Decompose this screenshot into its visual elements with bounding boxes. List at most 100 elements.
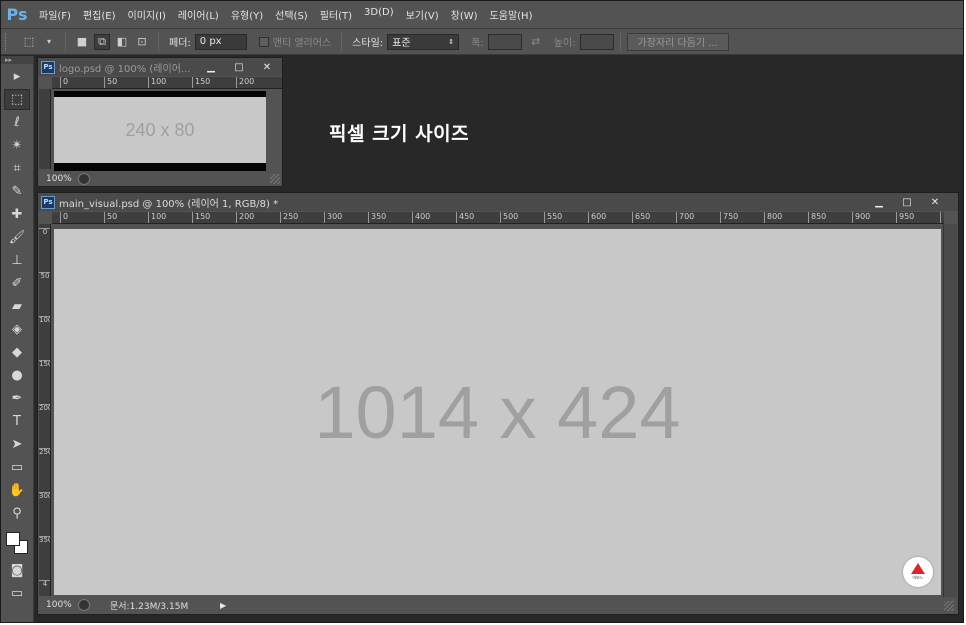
ruler-tick-label: 300 <box>324 212 342 223</box>
logo-canvas[interactable]: 240 x 80 <box>54 97 266 163</box>
menu-item[interactable]: 유형(Y) <box>225 7 269 22</box>
menu-item[interactable]: 이미지(I) <box>122 7 172 22</box>
close-button[interactable]: ✕ <box>254 60 280 74</box>
feather-input[interactable] <box>194 33 247 50</box>
refine-edge-button[interactable]: 가장자리 다듬기 ... <box>626 32 729 51</box>
swap-dimensions-icon[interactable]: ⇄ <box>528 34 544 50</box>
tool-list: ▸ ⬚ ℓ ✴ ⌗ ✎ ✚ 🖌 ⊥ ✐ ▰ ◈ ◆ ● ✒ T ➤ ▭ ✋ ⚲ <box>1 66 33 524</box>
antialias-checkbox[interactable] <box>258 36 269 47</box>
logo-document-window[interactable]: Ps logo.psd @ 100% (레이어... ▁ □ ✕ 0 50 100 1… <box>37 57 283 187</box>
paint-bucket-tool-icon[interactable]: ◈ <box>4 319 30 340</box>
rectangle-tool-icon[interactable]: ▭ <box>4 457 30 478</box>
subtract-selection-icon[interactable]: ◧ <box>114 34 130 50</box>
options-grip[interactable] <box>5 32 13 51</box>
new-selection-icon[interactable]: ■ <box>74 34 90 50</box>
main-status-bar: 100% 문서:1.23M/3.15M ▶ <box>38 598 958 612</box>
ruler-tick-label: 900 <box>852 212 870 223</box>
tools-panel-header[interactable]: ▸▸ <box>1 56 33 64</box>
ruler-tick-label: 800 <box>764 212 782 223</box>
feather-label: 페더: <box>169 38 191 49</box>
eyedropper-tool-icon[interactable]: ✎ <box>4 181 30 202</box>
ruler-tick-label: 300 <box>39 492 50 500</box>
eraser-tool-icon[interactable]: ▰ <box>4 296 30 317</box>
ruler-tick-label: 50 <box>104 77 117 88</box>
resize-grip[interactable] <box>270 174 280 184</box>
menu-item[interactable]: 파일(F) <box>33 7 77 22</box>
menu-item[interactable]: 보기(V) <box>400 7 445 22</box>
ruler-tick-label: 700 <box>676 212 694 223</box>
ruler-tick-label: 250 <box>39 448 50 456</box>
color-swatches[interactable] <box>4 530 30 558</box>
main-canvas[interactable]: 1014 x 424 아보느 <box>54 229 941 595</box>
maximize-button[interactable]: □ <box>894 195 920 209</box>
close-button[interactable]: ✕ <box>922 195 948 209</box>
menu-item[interactable]: 창(W) <box>445 7 484 22</box>
foreground-color-swatch[interactable] <box>6 532 20 546</box>
menu-item[interactable]: 필터(T) <box>314 7 358 22</box>
pen-tool-icon[interactable]: ✒ <box>4 388 30 409</box>
divider <box>341 32 343 51</box>
logo-zoom-level[interactable]: 100% <box>38 174 78 184</box>
type-tool-icon[interactable]: T <box>4 411 30 432</box>
menu-item[interactable]: 선택(S) <box>269 7 314 22</box>
tools-panel: ▸▸ ▸ ⬚ ℓ ✴ ⌗ ✎ ✚ 🖌 ⊥ ✐ ▰ ◈ ◆ ● ✒ T ➤ ▭ ✋ ⚲ ◙ ▭ <box>1 56 34 622</box>
clone-stamp-tool-icon[interactable]: ⊥ <box>4 250 30 271</box>
vertical-scrollbar[interactable] <box>943 224 957 597</box>
main-zoom-level[interactable]: 100% <box>38 600 78 610</box>
resize-grip[interactable] <box>944 601 954 611</box>
intersect-selection-icon[interactable]: ⊡ <box>134 34 150 50</box>
screen-mode-icon[interactable]: ▭ <box>4 583 30 604</box>
dropdown-arrow-icon[interactable]: ▾ <box>41 34 57 50</box>
ruler-tick-label: 550 <box>544 212 562 223</box>
logo-doc-titlebar[interactable]: Ps logo.psd @ 100% (레이어... ▁ □ ✕ <box>38 58 282 76</box>
lasso-tool-icon[interactable]: ℓ <box>4 112 30 133</box>
width-input[interactable] <box>487 33 522 50</box>
minimize-button[interactable]: ▁ <box>866 195 892 209</box>
main-doc-titlebar[interactable]: Ps main_visual.psd @ 100% (레이어 1, RGB/8)… <box>38 193 958 211</box>
ruler-tick-label: 450 <box>456 212 474 223</box>
ruler-tick-label: 10 <box>940 212 944 223</box>
photoshop-window: Ps 파일(F) 편집(E) 이미지(I) 레이어(L) 유형(Y) 선택(S) 필터(T)… <box>0 0 964 623</box>
height-input[interactable] <box>579 33 614 50</box>
blur-tool-icon[interactable]: ◆ <box>4 342 30 363</box>
brush-tool-icon[interactable]: 🖌 <box>4 227 30 248</box>
move-tool-icon[interactable]: ▸ <box>4 66 30 87</box>
doc-size-info: 문서:1.23M/3.15M <box>110 601 189 612</box>
menu-item[interactable]: 도움말(H) <box>484 7 539 22</box>
marquee-preset-icon[interactable]: ⬚ <box>21 34 37 50</box>
menu-item[interactable]: 3D(D) <box>358 7 400 22</box>
status-menu-arrow-icon[interactable]: ▶ <box>220 601 226 610</box>
history-brush-tool-icon[interactable]: ✐ <box>4 273 30 294</box>
divider <box>158 32 159 51</box>
healing-brush-tool-icon[interactable]: ✚ <box>4 204 30 225</box>
style-select[interactable]: 표준 ⇕ <box>387 33 460 50</box>
dodge-tool-icon[interactable]: ● <box>4 365 30 386</box>
main-document-window[interactable]: Ps main_visual.psd @ 100% (레이어 1, RGB/8)… <box>37 192 959 615</box>
crop-tool-icon[interactable]: ⌗ <box>4 158 30 179</box>
height-label: 높이: <box>553 38 576 49</box>
brand-logo: 아보느 <box>903 557 933 587</box>
style-label: 스타일: <box>352 38 384 49</box>
ruler-tick-label: 0 <box>39 228 50 236</box>
ruler-tick-label: 350 <box>39 536 50 544</box>
brand-text: 아보느 <box>912 575 924 580</box>
status-info-icon[interactable] <box>78 599 90 611</box>
brand-mark-icon <box>911 563 925 574</box>
add-to-selection-icon[interactable]: ⧉ <box>94 33 110 50</box>
logo-vertical-ruler <box>39 89 51 169</box>
ruler-tick-label: 0 <box>60 77 68 88</box>
magic-wand-tool-icon[interactable]: ✴ <box>4 135 30 156</box>
divider <box>619 32 621 51</box>
marquee-tool-icon[interactable]: ⬚ <box>4 89 30 110</box>
options-bar: ⬚ ▾ ■ ⧉ ◧ ⊡ 페더: 앤티 앨리어스 스타일: 표준 ⇕ 폭: ⇄ 높… <box>1 29 963 55</box>
maximize-button[interactable]: □ <box>226 60 252 74</box>
minimize-button[interactable]: ▁ <box>198 60 224 74</box>
zoom-tool-icon[interactable]: ⚲ <box>4 503 30 524</box>
menu-item[interactable]: 레이어(L) <box>172 7 225 22</box>
path-selection-tool-icon[interactable]: ➤ <box>4 434 30 455</box>
status-info-icon[interactable] <box>78 173 90 185</box>
main-doc-title: main_visual.psd @ 100% (레이어 1, RGB/8) * <box>59 198 279 210</box>
quick-mask-icon[interactable]: ◙ <box>4 560 30 581</box>
hand-tool-icon[interactable]: ✋ <box>4 480 30 501</box>
menu-item[interactable]: 편집(E) <box>77 7 122 22</box>
